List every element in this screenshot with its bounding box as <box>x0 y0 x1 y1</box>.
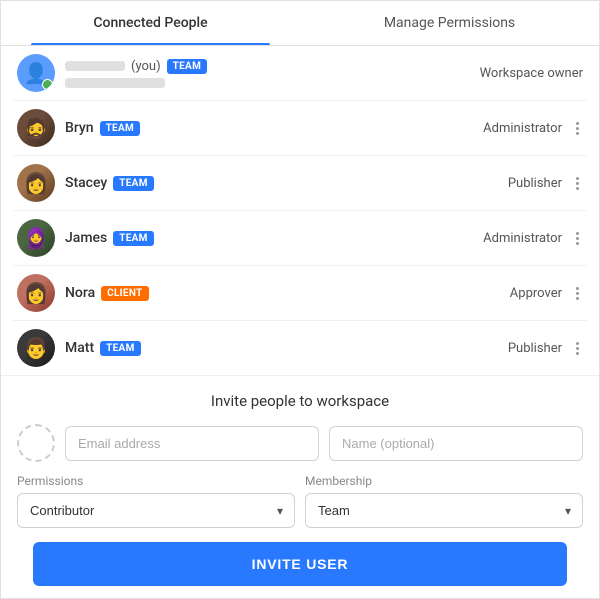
stacey-role-label: Publisher <box>508 176 562 191</box>
membership-group: Membership Team Client <box>305 474 583 528</box>
dot <box>576 122 579 125</box>
current-user-name-blur <box>65 61 125 71</box>
james-badge: TEAM <box>113 231 154 246</box>
invite-title: Invite people to workspace <box>17 392 583 410</box>
nora-menu-button[interactable] <box>572 285 583 302</box>
matt-role-label: Publisher <box>508 341 562 356</box>
dot <box>576 352 579 355</box>
tab-manage-permissions-label: Manage Permissions <box>384 15 515 31</box>
user-info-matt: Matt TEAM <box>65 340 508 356</box>
invite-form-row <box>17 424 583 462</box>
current-user-role: Workspace owner <box>480 66 583 81</box>
dot <box>576 182 579 185</box>
membership-select[interactable]: Team Client <box>305 493 583 528</box>
stacey-avatar-icon: 👩 <box>17 164 55 202</box>
bryn-badge: TEAM <box>100 121 141 136</box>
current-user-you-label: (you) <box>131 59 161 74</box>
user-name-nora: Nora <box>65 285 95 301</box>
name-input[interactable] <box>329 426 583 461</box>
membership-label: Membership <box>305 474 583 488</box>
dot <box>576 132 579 135</box>
permissions-select[interactable]: Contributor Publisher Administrator Appr… <box>17 493 295 528</box>
stacey-role: Publisher <box>508 175 583 192</box>
invite-user-button[interactable]: INVITE USER <box>33 542 567 586</box>
user-row-stacey: 👩 Stacey TEAM Publisher <box>13 156 587 211</box>
matt-menu-button[interactable] <box>572 340 583 357</box>
bryn-menu-button[interactable] <box>572 120 583 137</box>
matt-badge: TEAM <box>100 341 141 356</box>
user-info-james: James TEAM <box>65 230 483 246</box>
user-row-nora: 👩 Nora CLIENT Approver <box>13 266 587 321</box>
avatar-current: 👤 <box>17 54 55 92</box>
user-row-matt: 👨 Matt TEAM Publisher <box>13 321 587 375</box>
avatar-stacey: 👩 <box>17 164 55 202</box>
dot <box>576 127 579 130</box>
dot <box>576 287 579 290</box>
invite-avatar-placeholder <box>17 424 55 462</box>
user-row-bryn: 🧔 Bryn TEAM Administrator <box>13 101 587 156</box>
tab-connected-people-label: Connected People <box>93 15 207 31</box>
dot <box>576 177 579 180</box>
user-name-stacey: Stacey <box>65 175 107 191</box>
dot <box>576 187 579 190</box>
dropdowns-row: Permissions Contributor Publisher Admini… <box>17 474 583 528</box>
matt-avatar-icon: 👨 <box>17 329 55 367</box>
tab-manage-permissions[interactable]: Manage Permissions <box>300 1 599 45</box>
bryn-role-label: Administrator <box>483 121 562 136</box>
permissions-group: Permissions Contributor Publisher Admini… <box>17 474 295 528</box>
avatar-matt: 👨 <box>17 329 55 367</box>
avatar-bryn: 🧔 <box>17 109 55 147</box>
james-avatar-icon: 🧕 <box>17 219 55 257</box>
form-inputs <box>65 426 583 461</box>
permissions-label: Permissions <box>17 474 295 488</box>
nora-role: Approver <box>510 285 583 302</box>
dot <box>576 232 579 235</box>
bryn-avatar-icon: 🧔 <box>17 109 55 147</box>
bryn-role: Administrator <box>483 120 583 137</box>
email-input[interactable] <box>65 426 319 461</box>
james-role: Administrator <box>483 230 583 247</box>
dot <box>576 242 579 245</box>
permissions-dropdown-wrapper: Contributor Publisher Administrator Appr… <box>17 493 295 528</box>
dot <box>576 237 579 240</box>
user-info-stacey: Stacey TEAM <box>65 175 508 191</box>
tab-connected-people[interactable]: Connected People <box>1 1 300 45</box>
current-user-subtitle-blur <box>65 78 165 88</box>
nora-badge: CLIENT <box>101 286 148 301</box>
dot <box>576 342 579 345</box>
tab-bar: Connected People Manage Permissions <box>1 1 599 46</box>
user-name-james: James <box>65 230 107 246</box>
nora-avatar-icon: 👩 <box>17 274 55 312</box>
nora-role-label: Approver <box>510 286 562 301</box>
user-info-current: (you) TEAM <box>65 59 480 88</box>
stacey-menu-button[interactable] <box>572 175 583 192</box>
user-list: 👤 (you) TEAM Workspace owner 🧔 Bryn TEAM… <box>1 46 599 375</box>
user-row-james: 🧕 James TEAM Administrator <box>13 211 587 266</box>
dot <box>576 292 579 295</box>
invite-section: Invite people to workspace Permissions C… <box>1 375 599 598</box>
user-info-bryn: Bryn TEAM <box>65 120 483 136</box>
stacey-badge: TEAM <box>113 176 154 191</box>
matt-role: Publisher <box>508 340 583 357</box>
user-row-current: 👤 (you) TEAM Workspace owner <box>13 46 587 101</box>
membership-dropdown-wrapper: Team Client <box>305 493 583 528</box>
user-name-matt: Matt <box>65 340 94 356</box>
james-menu-button[interactable] <box>572 230 583 247</box>
dot <box>576 347 579 350</box>
avatar-nora: 👩 <box>17 274 55 312</box>
dot <box>576 297 579 300</box>
avatar-james: 🧕 <box>17 219 55 257</box>
current-user-badge: TEAM <box>167 59 208 74</box>
james-role-label: Administrator <box>483 231 562 246</box>
user-info-nora: Nora CLIENT <box>65 285 510 301</box>
user-name-bryn: Bryn <box>65 120 94 136</box>
